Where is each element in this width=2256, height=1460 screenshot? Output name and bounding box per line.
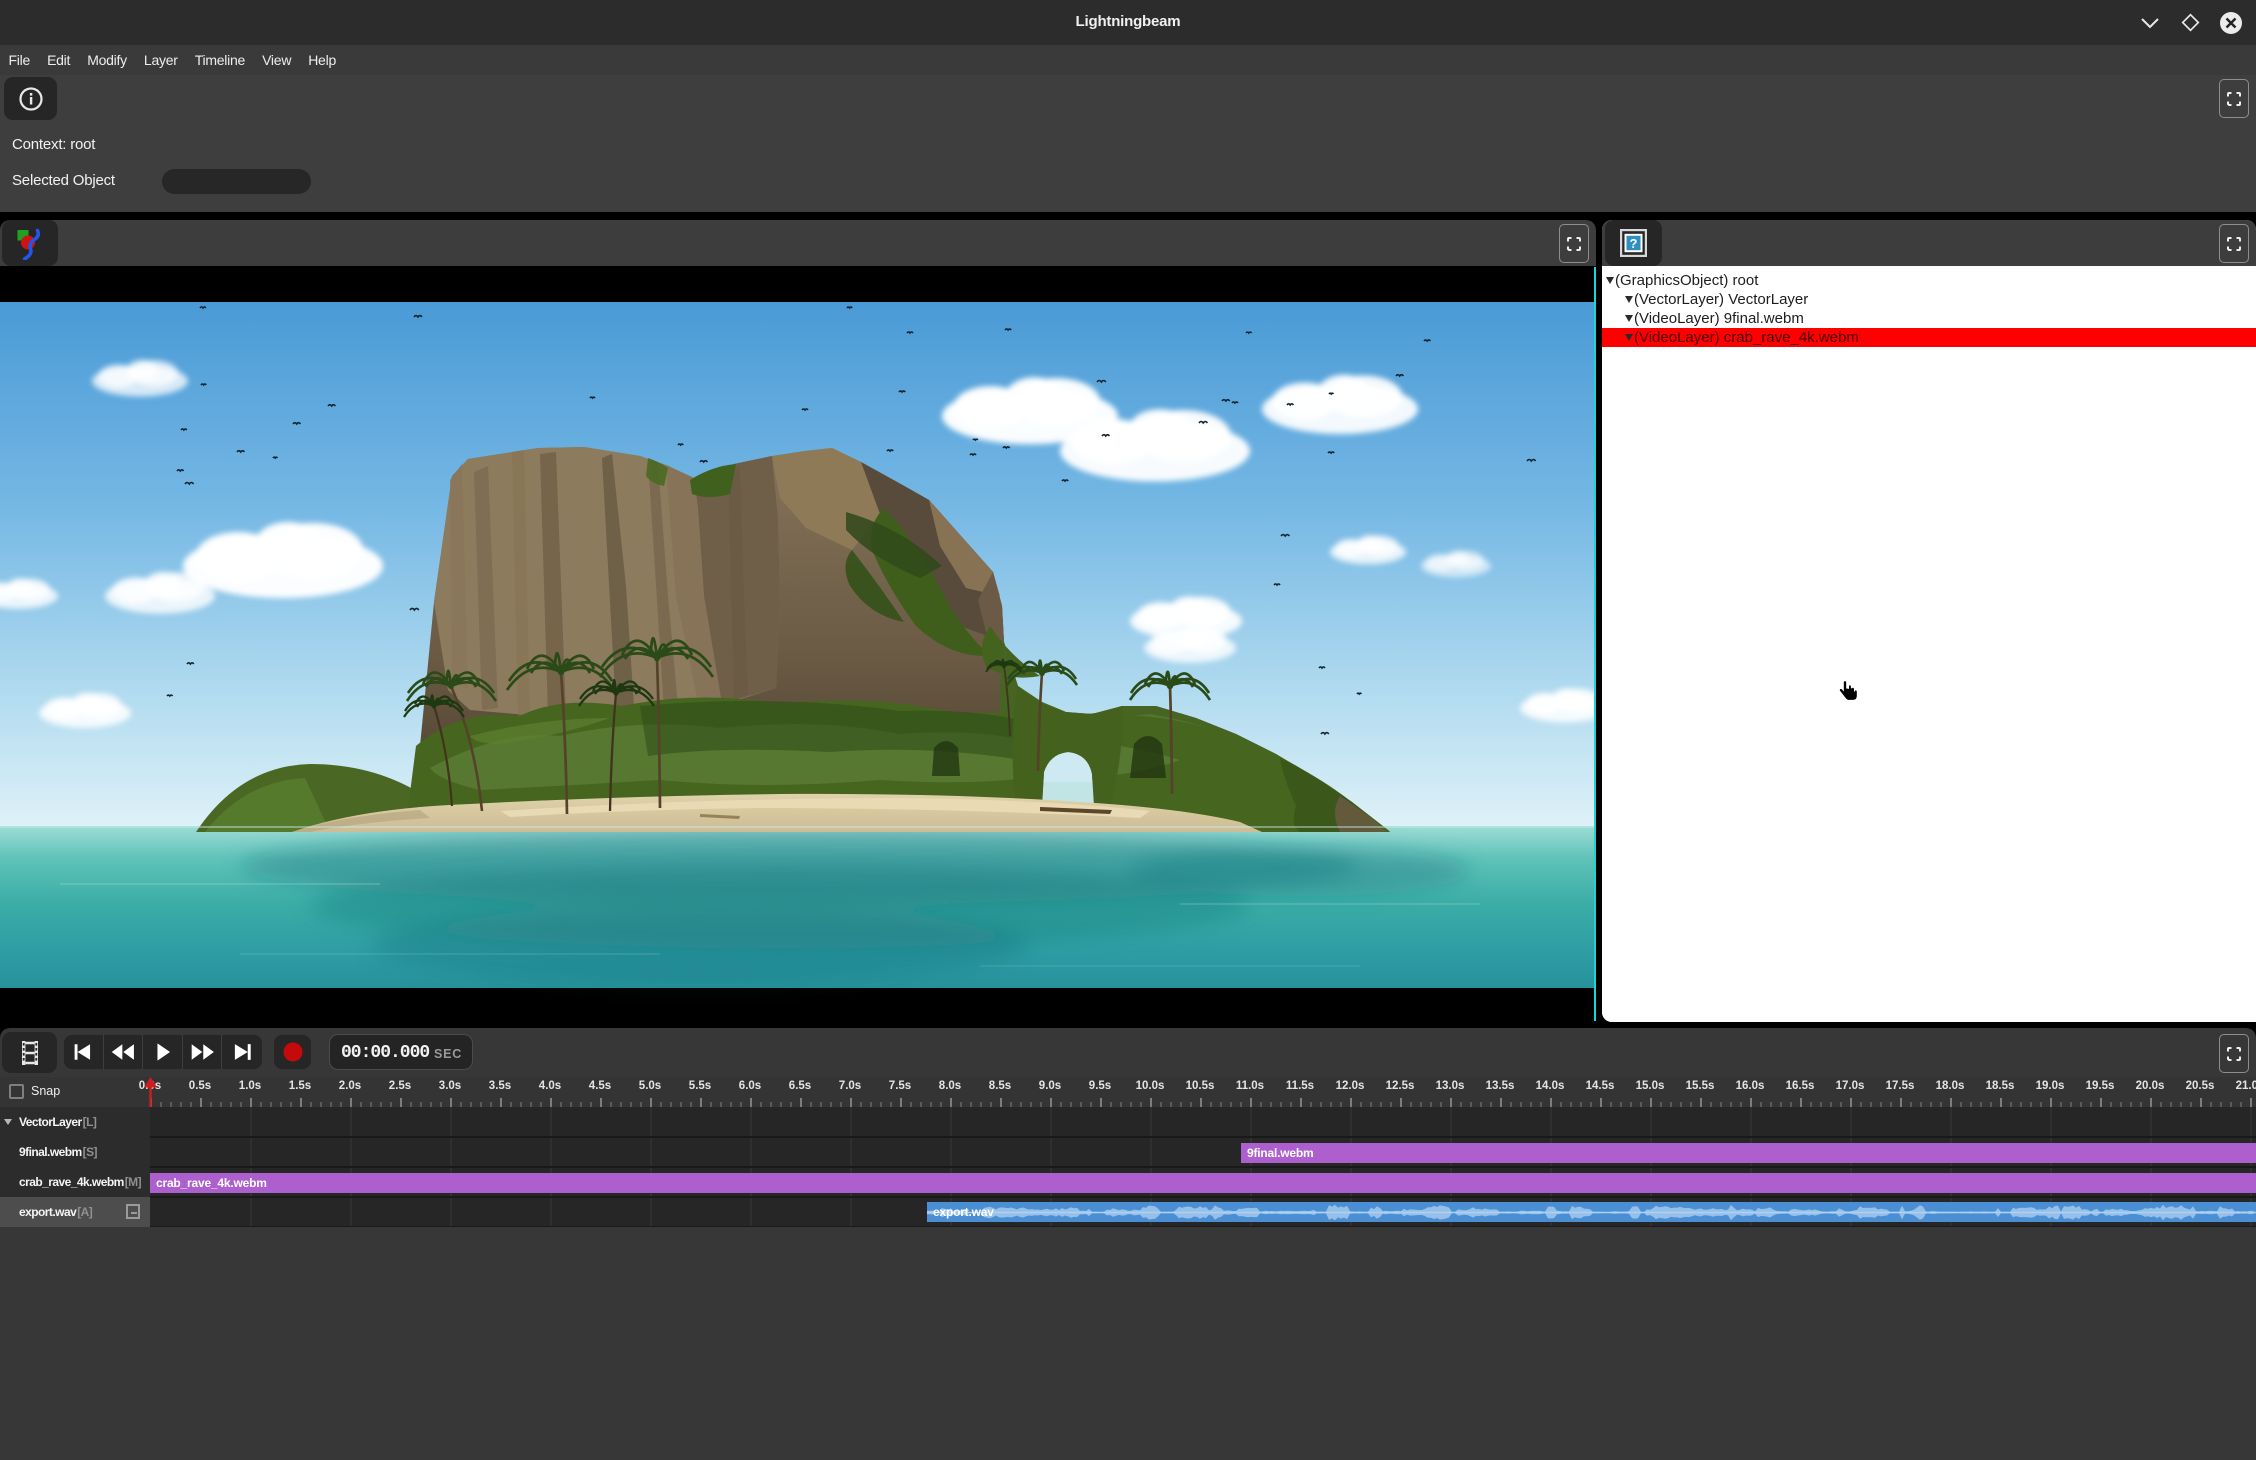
svg-text:?: ? [1630,236,1638,251]
